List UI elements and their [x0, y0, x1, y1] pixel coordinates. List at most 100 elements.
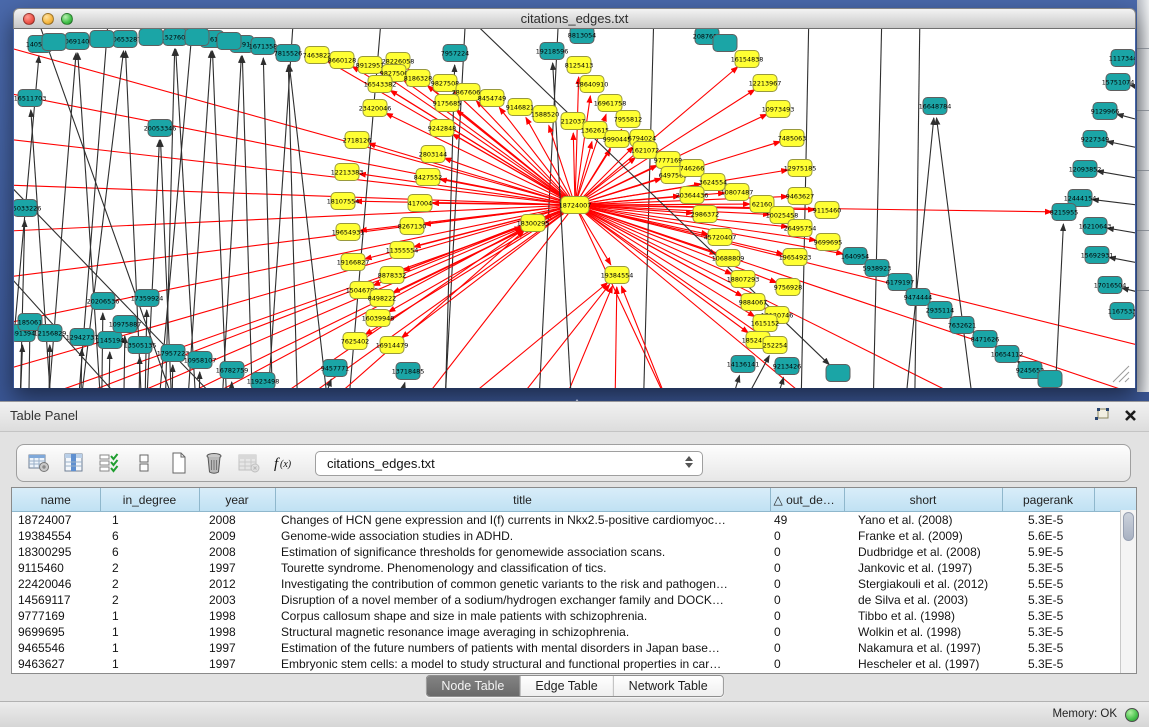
citation-edge[interactable] — [621, 286, 694, 388]
citation-edge[interactable] — [1097, 171, 1135, 181]
citation-edge[interactable] — [914, 29, 920, 388]
window-titlebar[interactable]: citations_edges.txt — [13, 8, 1136, 29]
graph-node[interactable] — [42, 34, 66, 51]
citation-edge[interactable] — [872, 29, 882, 388]
table-row[interactable]: 969969511998Structural magnetic resonanc… — [12, 624, 1137, 640]
graph-node-label: 746266 — [680, 164, 704, 172]
table-cell: Estimation of significance thresholds fo… — [275, 544, 770, 560]
citation-edge[interactable] — [184, 51, 211, 388]
citation-edge[interactable] — [28, 334, 30, 388]
graph-node[interactable] — [713, 35, 737, 52]
column-header-out_de[interactable]: △ out_de… — [770, 488, 844, 512]
citation-edge[interactable] — [464, 284, 610, 388]
citation-edge[interactable] — [1092, 199, 1135, 207]
table-row[interactable]: 946362711997Embryonic stem cells: a mode… — [12, 656, 1137, 672]
graph-node-label: 1167533 — [1108, 307, 1135, 315]
tab-node-table[interactable]: Node Table — [426, 676, 519, 696]
column-header-pagerank[interactable]: pagerank — [1002, 488, 1094, 512]
citation-edge[interactable] — [14, 179, 575, 205]
citation-edge[interactable] — [304, 379, 331, 388]
citation-edge[interactable] — [534, 286, 612, 388]
citation-edge[interactable] — [1107, 141, 1135, 151]
graph-node[interactable] — [1038, 371, 1062, 388]
graph-node[interactable] — [826, 365, 850, 382]
table-cell: 1998 — [199, 608, 275, 624]
table-row[interactable]: 911546021997Tourette syndrome. Phenomeno… — [12, 560, 1137, 576]
panel-title: Table Panel — [10, 402, 78, 430]
table-settings-icon[interactable] — [27, 451, 51, 475]
table-scrollbar[interactable] — [1120, 510, 1136, 673]
citation-edge[interactable] — [937, 118, 980, 388]
citation-edge[interactable] — [575, 205, 1135, 388]
network-canvas[interactable]: 1872400774638228660128891295128226058982… — [14, 29, 1135, 388]
citation-edge[interactable] — [14, 169, 274, 388]
table-row[interactable]: 1456911722003Disruption of a novel membe… — [12, 592, 1137, 608]
graph-node[interactable] — [185, 29, 209, 46]
citation-edge[interactable] — [573, 133, 575, 205]
citation-edge[interactable] — [31, 110, 54, 388]
citation-edge[interactable] — [368, 143, 575, 205]
citation-edge[interactable] — [212, 51, 229, 388]
resize-grip-icon[interactable] — [1109, 362, 1131, 384]
row-height-icon[interactable] — [132, 451, 156, 475]
table-row[interactable]: 977716911998Corpus callosum shape and si… — [12, 608, 1137, 624]
citation-edge[interactable] — [101, 313, 103, 388]
column-header-title[interactable]: title — [275, 488, 770, 512]
graph-node[interactable] — [217, 33, 241, 50]
citation-edge[interactable] — [1052, 224, 1063, 388]
citation-edge[interactable] — [14, 59, 575, 205]
citation-edge[interactable] — [452, 134, 575, 205]
delete-table-icon[interactable] — [202, 451, 226, 475]
graph-node-label: 252254 — [763, 341, 787, 349]
function-builder-icon[interactable]: f(x) — [272, 451, 296, 475]
graph-node-label: 9115460 — [813, 206, 841, 214]
select-columns-icon[interactable] — [97, 451, 121, 475]
column-header-short[interactable]: short — [844, 488, 1002, 512]
table-cell: de Silva et al. (2003) — [844, 592, 1002, 608]
tab-network-table[interactable]: Network Table — [613, 676, 723, 696]
graph-node[interactable] — [139, 29, 163, 46]
table-row[interactable]: 946554611997Estimation of the future num… — [12, 640, 1137, 656]
citation-edge[interactable] — [1117, 114, 1135, 124]
graph-node-label: 12975185 — [784, 164, 817, 172]
table-scrollbar-thumb[interactable] — [1123, 512, 1134, 541]
table-cell: 9463627 — [12, 656, 100, 672]
float-panel-icon[interactable] — [1094, 408, 1110, 423]
citation-edge[interactable] — [264, 29, 294, 388]
citation-edge[interactable] — [614, 287, 617, 388]
citation-edge[interactable] — [714, 375, 739, 388]
citation-edge[interactable] — [219, 56, 241, 388]
close-panel-icon[interactable] — [1124, 409, 1137, 422]
create-table-icon[interactable] — [167, 451, 191, 475]
column-header-name[interactable]: name — [12, 488, 100, 512]
table-cell: Corpus callosum shape and size in male p… — [275, 608, 770, 624]
citation-edge[interactable] — [108, 352, 110, 388]
citation-edge[interactable] — [575, 205, 694, 388]
show-columns-icon[interactable] — [62, 451, 86, 475]
table-row[interactable]: 2242004622012Investigating the contribut… — [12, 576, 1137, 592]
column-header-year[interactable]: year — [199, 488, 275, 512]
graph-node-label: 16914479 — [376, 341, 409, 349]
citation-edge[interactable] — [288, 65, 299, 388]
citation-edge[interactable] — [242, 56, 254, 388]
citation-edge[interactable] — [384, 383, 405, 388]
citation-edge[interactable] — [575, 205, 1135, 359]
tab-edge-table[interactable]: Edge Table — [519, 676, 612, 696]
citation-edge[interactable] — [759, 377, 784, 388]
graph-node-label: 185061 — [18, 318, 42, 326]
graph-node-label: 9129966 — [1091, 107, 1119, 115]
table-row[interactable]: 1830029562008Estimation of significance … — [12, 544, 1137, 560]
cytoscape-desktop: citations_edges.txt 18724007746382286601… — [0, 0, 1149, 727]
graph-node[interactable] — [90, 31, 114, 48]
table-row[interactable]: 1872400712008Changes of HCN gene express… — [12, 512, 1137, 529]
table-row[interactable]: 1938455462009Genome-wide association stu… — [12, 528, 1137, 544]
table-panel-header[interactable]: Table Panel — [0, 402, 1149, 432]
citation-edge[interactable] — [355, 201, 575, 205]
import-table-disabled-icon[interactable] — [237, 451, 261, 475]
citation-edge[interactable] — [394, 283, 608, 388]
table-source-dropdown[interactable]: citations_edges.txt — [315, 451, 703, 476]
graph-node-label: 9884067 — [739, 298, 767, 306]
graph-node-label: 9227349 — [1081, 135, 1109, 143]
citation-edge[interactable] — [14, 119, 575, 205]
column-header-in_degree[interactable]: in_degree — [100, 488, 199, 512]
